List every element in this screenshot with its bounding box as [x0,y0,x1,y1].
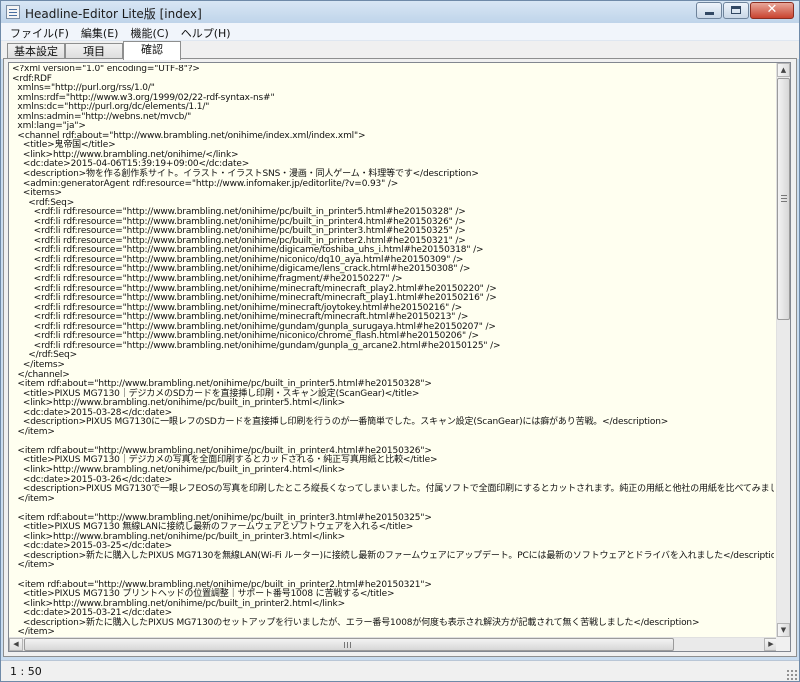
app-window: Headline-Editor Lite版 [index] ✕ ファイル(F) … [0,0,800,682]
minimize-button[interactable] [696,2,722,19]
tab-items[interactable]: 項目 [65,43,123,59]
code-line: <?xml version="1.0" encoding="UTF-8"?> [12,65,200,74]
code-line: </item> [12,426,55,437]
close-button[interactable]: ✕ [750,2,794,19]
code-line: </items> [12,359,65,370]
code-line: </rdf:Seq> [12,350,77,361]
minimize-icon [705,12,714,15]
thumb-grip-icon [781,198,787,199]
xml-code[interactable]: <?xml version="1.0" encoding="UTF-8"?> <r… [12,65,774,638]
thumb-grip-icon [781,195,787,196]
code-line: <description>PIXUS MG7130に一眼レフのSDカードを直接挿… [12,417,669,428]
window-title: Headline-Editor Lite版 [index] [25,7,202,21]
thumb-grip-icon [350,642,351,648]
horizontal-scrollbar[interactable]: ◀ ▶ [9,637,778,651]
code-line: <description>新たに購入したPIXUS MG7130のセットアップを… [12,617,700,628]
menu-function[interactable]: 機能(C) [124,23,174,40]
horizontal-scroll-thumb[interactable] [24,638,674,651]
code-line: <rdf:li rdf:resource="http://www.brambli… [12,340,501,351]
menu-help[interactable]: ヘルプ(H) [175,23,237,40]
code-line: <items> [12,188,62,199]
status-bar: 1 : 50 [1,660,799,681]
code-line: <description>PIXUS MG7130で一眼レフEOSの写真を印刷し… [12,484,774,495]
tab-confirm[interactable]: 確認 [123,41,181,60]
code-line: <admin:generatorAgent rdf:resource="http… [12,178,399,189]
code-line: xmlns:admin="http://webns.net/mvcb/" [12,111,192,122]
title-bar[interactable]: Headline-Editor Lite版 [index] ✕ [1,1,799,23]
tab-panel-confirm: <?xml version="1.0" encoding="UTF-8"?> <r… [3,58,797,657]
maximize-button[interactable] [723,2,749,19]
maximize-icon [731,6,741,14]
app-icon[interactable] [6,5,20,19]
resize-grip-icon[interactable] [786,669,797,680]
scroll-up-arrow-icon[interactable]: ▲ [777,63,790,77]
close-icon: ✕ [766,2,778,17]
menu-edit[interactable]: 編集(E) [75,23,125,40]
thumb-grip-icon [781,201,787,202]
code-line: <description>新たに購入したPIXUS MG7130を無線LAN(W… [12,550,774,561]
code-line: </item> [12,493,55,504]
code-line: <channel rdf:about="http://www.brambling… [12,130,366,141]
window-controls: ✕ [695,2,794,19]
thumb-grip-icon [347,642,348,648]
menu-file[interactable]: ファイル(F) [1,23,75,40]
code-line: </item> [12,560,55,571]
thumb-grip-icon [344,642,345,648]
vertical-scrollbar[interactable]: ▲ ▼ [776,63,790,637]
menu-bar: ファイル(F) 編集(E) 機能(C) ヘルプ(H) [1,23,799,41]
scroll-left-arrow-icon[interactable]: ◀ [9,638,23,651]
tab-strip: 基本設定 項目 確認 [1,41,799,60]
tab-basic-settings[interactable]: 基本設定 [7,43,65,59]
xml-preview-textarea[interactable]: <?xml version="1.0" encoding="UTF-8"?> <r… [8,62,791,652]
scrollbar-corner [776,637,790,651]
cursor-position: 1 : 50 [10,665,42,678]
vertical-scroll-thumb[interactable] [777,78,790,320]
scroll-down-arrow-icon[interactable]: ▼ [777,623,790,637]
